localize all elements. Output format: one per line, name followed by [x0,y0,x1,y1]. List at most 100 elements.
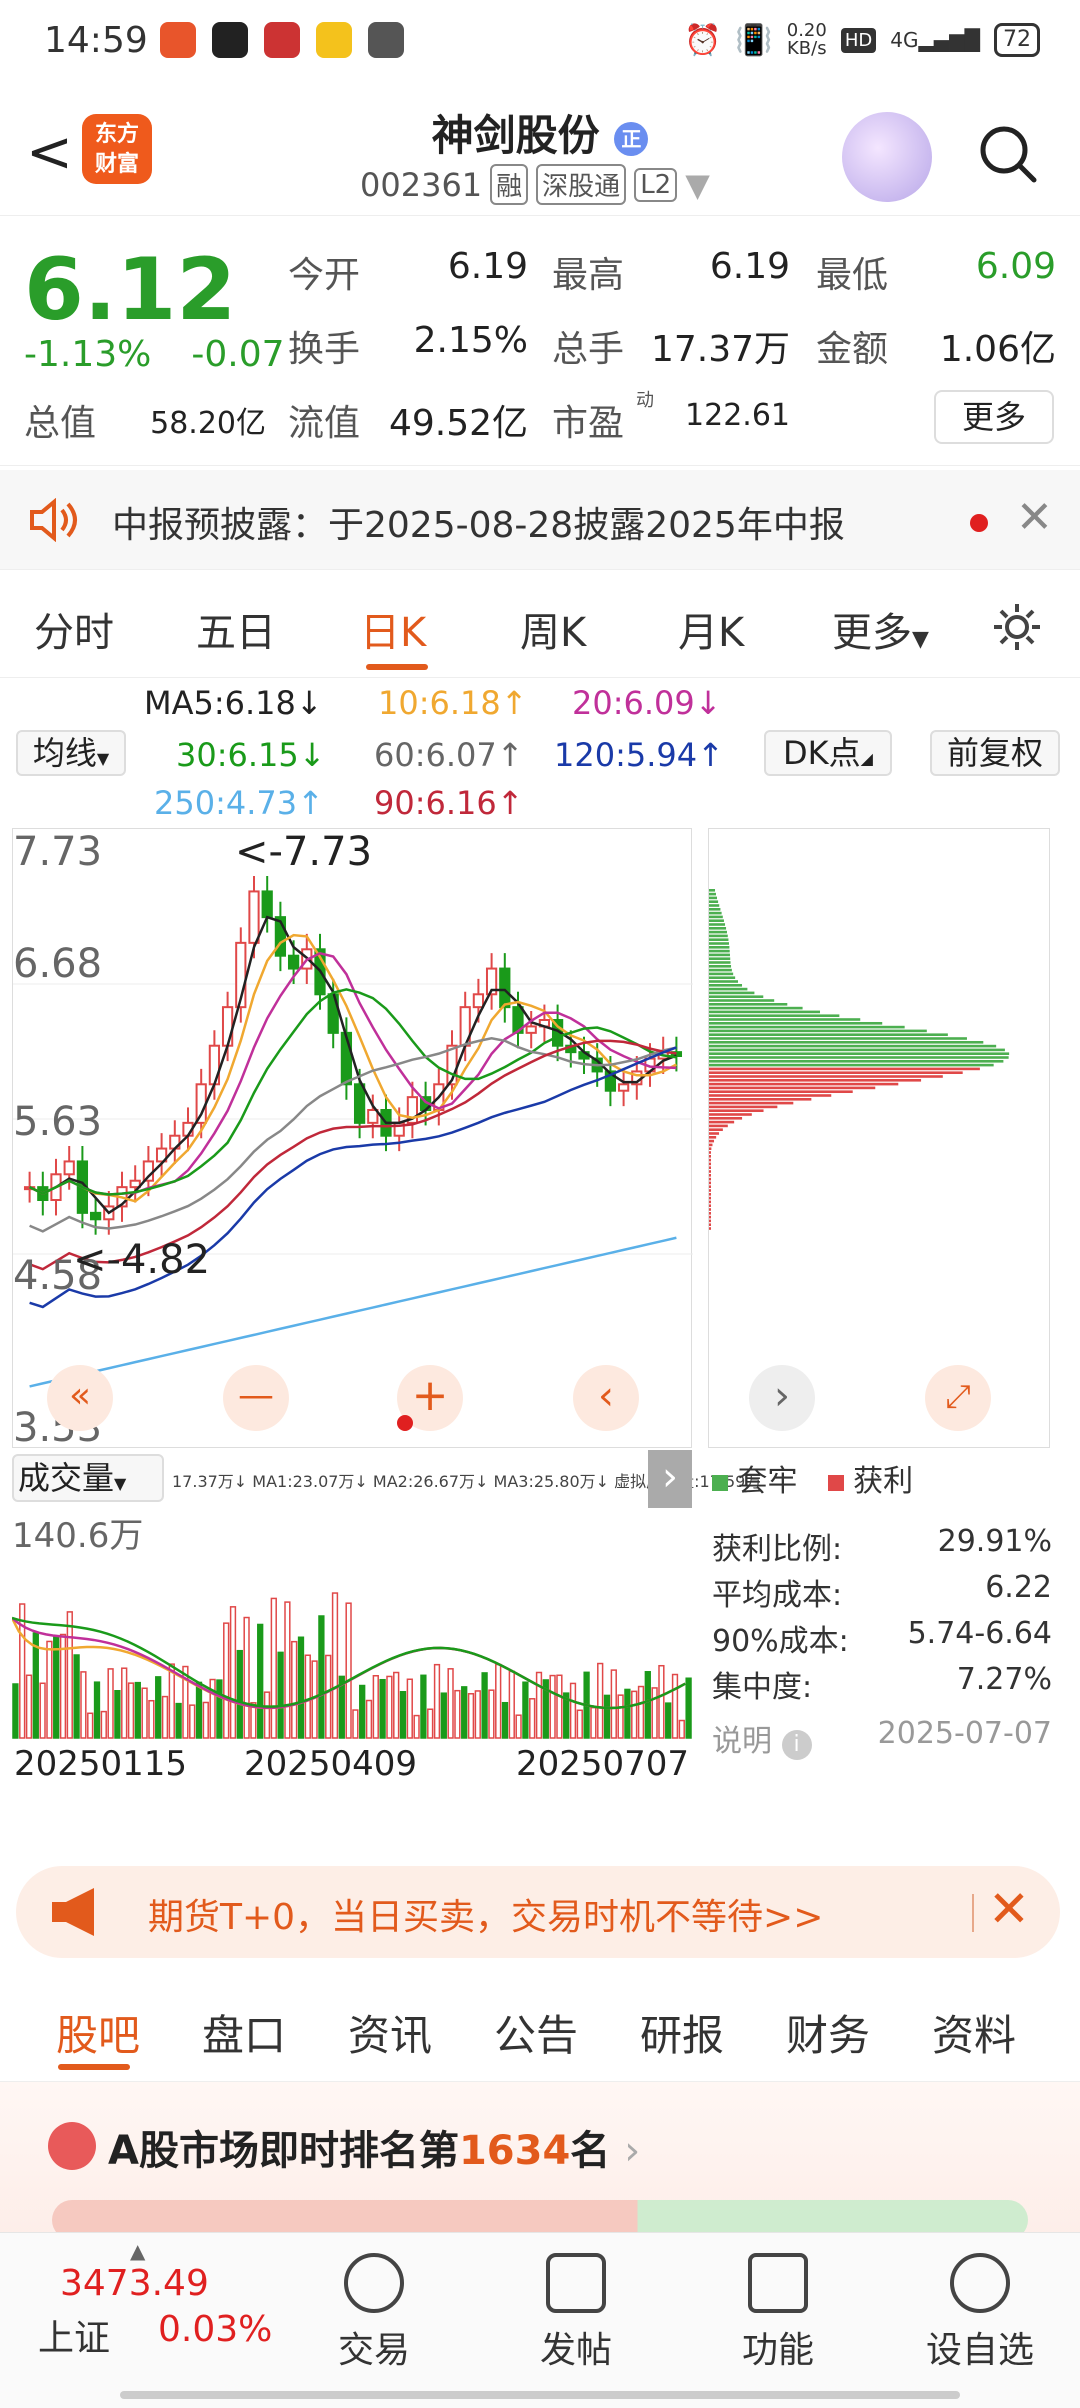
grid-icon [748,2253,808,2313]
tab-orderbook[interactable]: 盘口 [202,2002,286,2063]
chip-row: 获利比例: 29.91% [712,1524,1052,1568]
low-value: 6.09 [975,246,1056,287]
chip-date: 2025-07-07 [877,1716,1052,1751]
scroll-left-icon[interactable]: ‹ [573,1365,639,1431]
chip-bar [709,1044,997,1048]
volume-bar [610,1669,617,1739]
tab-announcements[interactable]: 公告 [494,2002,578,2063]
volume-bar [202,1701,209,1739]
volume-bar [141,1687,148,1739]
volume-bar [100,1710,107,1739]
chip-bar [709,980,739,983]
chip-bar [709,1098,812,1101]
more-quote-button[interactable]: 更多 [934,390,1054,444]
chip-distribution: › ⤢ [708,828,1050,1448]
dropdown-icon: ▼ [912,627,929,652]
home-indicator [120,2391,960,2399]
scroll-right-icon[interactable]: › [749,1365,815,1431]
pe-sup: 动 [636,390,654,411]
volume-bar [549,1674,556,1739]
promo-banner[interactable]: 期货T+0，当日买卖，交易时机不等待>> ✕ [16,1866,1060,1958]
index-name[interactable]: 上证 [38,2309,110,2361]
tab-daily-k[interactable]: 日K [360,600,426,658]
scroll-left-fast-icon[interactable]: « [47,1365,113,1431]
chip-bar [709,1223,711,1226]
chip-bar [709,1227,711,1230]
watchlist-button[interactable]: 设自选 [910,2253,1050,2373]
kline-chart[interactable]: 7.73 6.68 5.63 4.58 3.53 <-7.73 <-4.82 «… [12,828,693,1451]
notice-bar[interactable]: 中报预披露：于2025-08-28披露2025年中报 ✕ [0,470,1080,570]
volume-bar [263,1691,271,1739]
volume-selector[interactable]: 成交量▼ [12,1454,164,1502]
tag-margin: 融 [490,164,529,205]
vibrate-icon: 📳 [735,22,773,58]
chip-bar [709,1120,735,1124]
chart-tabs: 分时 五日 日K 周K 月K 更多▼ [0,578,1080,678]
ma-selector[interactable]: 均线▼ [16,730,126,776]
volume-bar [372,1675,379,1739]
volume-chart[interactable]: 140.6万 20250115 20250409 20250707 [10,1508,692,1784]
tab-profile[interactable]: 资料 [932,2002,1016,2063]
candle [472,993,485,1009]
post-button[interactable]: 发帖 [506,2253,646,2373]
chip-bar [709,1037,967,1040]
tab-weekly-k[interactable]: 周K [520,600,586,658]
amount-label: 金额 [816,329,889,370]
zoom-out-icon[interactable]: — [223,1365,289,1431]
tab-five-day[interactable]: 五日 [196,600,276,658]
volume-bar [195,1681,203,1739]
expand-right-icon[interactable]: › [648,1450,692,1508]
chip-bar [709,908,721,911]
adjust-button[interactable]: 前复权 [930,730,1060,776]
tab-finance[interactable]: 财务 [786,2002,870,2063]
chip-bar [709,930,727,934]
promo-text: 期货T+0，当日买卖，交易时机不等待>> [148,1897,824,1938]
ma120: 120:5.94↑ [554,736,724,774]
chip-bar [709,1158,711,1162]
close-icon[interactable]: ✕ [988,1880,1030,1938]
volume-bar [508,1670,515,1739]
expand-icon[interactable]: ⤢ [925,1365,991,1431]
app-icon [264,22,300,58]
chip-bar [709,1056,1009,1059]
chip-bar [709,987,748,991]
signal-icon: 4G▂▄▆█ [890,28,980,52]
chip-bar [709,991,755,995]
tab-guba[interactable]: 股吧 [56,2002,140,2063]
function-button[interactable]: 功能 [708,2253,848,2373]
dk-point-button[interactable]: DK点◢ [764,730,892,776]
trade-button[interactable]: 交易 [304,2253,444,2373]
chip-bar [709,995,764,998]
chip-bar [709,942,729,945]
index-percent[interactable]: 0.03% [158,2309,272,2350]
volume-bar [229,1606,237,1739]
note-link[interactable]: 说明 i [712,1716,812,1760]
y-tick: 6.68 [13,941,103,987]
volume-bar [617,1694,624,1739]
chip-bar [709,1196,711,1200]
tab-monthly-k[interactable]: 月K [678,600,744,658]
tab-more[interactable]: 更多▼ [832,600,929,658]
volume-bar [399,1691,407,1739]
rank-card[interactable]: A股市场即时排名第1634名 › [0,2082,1080,2240]
tab-research[interactable]: 研报 [640,2002,724,2063]
tab-intraday[interactable]: 分时 [34,600,114,658]
chip-bar [709,968,732,972]
last-price: 6.12 [24,240,237,340]
tab-news[interactable]: 资讯 [348,2002,432,2063]
index-value[interactable]: 3473.49 [60,2263,209,2304]
open-label: 今开 [288,255,361,296]
search-icon[interactable] [976,122,1040,186]
close-icon[interactable]: ✕ [1016,492,1053,543]
stock-code-row[interactable]: 002361 融 深股通 L2 ▼ [360,164,710,205]
rank-text: A股市场即时排名第1634名 › [108,2118,640,2176]
net-type: 4G [890,28,919,52]
chip-bar [709,934,728,938]
gear-icon[interactable] [990,600,1044,654]
mcap-label: 总值 [24,403,97,444]
notification-icons [160,22,404,58]
megaphone-icon [52,1888,94,1936]
chip-bar [709,1022,883,1025]
chip-bar [709,1174,711,1177]
assistant-avatar[interactable] [842,112,932,202]
